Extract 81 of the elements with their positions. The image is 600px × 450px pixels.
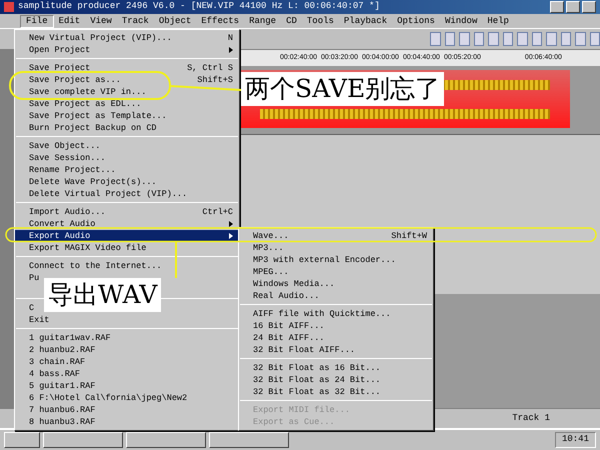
menu-item[interactable]: Wave... Shift+W [239, 230, 433, 242]
menu-item[interactable]: Options [392, 16, 440, 26]
menu-item[interactable]: Save Object... [29, 140, 106, 152]
window-title: samplitude producer 2496 V6.0 - [NEW.VIP 44100 Hz L: 00:06:40:07 *] [18, 0, 380, 14]
menu-item[interactable]: Open Project [15, 44, 239, 56]
toolbar-icon[interactable] [590, 32, 600, 46]
menu-item[interactable]: 7 huanbu6.RAF [29, 404, 102, 416]
start-button[interactable] [4, 432, 40, 448]
menu-item[interactable]: Edit [54, 16, 86, 26]
menu-item[interactable]: Save Project as... Shift+S [15, 74, 239, 86]
menu-item[interactable]: Effects [196, 16, 244, 26]
menu-item[interactable]: File [20, 14, 54, 28]
close-button[interactable] [582, 1, 596, 13]
menu-item[interactable]: Real Audio... [253, 290, 326, 302]
menu-item[interactable]: Export MAGIX Video file [29, 242, 152, 254]
menu-item[interactable]: Window [440, 16, 482, 26]
menu-item[interactable]: View [85, 16, 117, 26]
taskbar-button[interactable] [126, 432, 206, 448]
clock: 10:41 [562, 433, 589, 446]
annotation-label: 两个SAVE别忘了 [241, 72, 444, 106]
menu-item[interactable]: 32 Bit Float AIFF... [253, 344, 362, 356]
menu-item[interactable]: Tools [302, 16, 339, 26]
toolbar-icon[interactable] [546, 32, 556, 46]
menu-item[interactable]: Delete Virtual Project (VIP)... [29, 188, 194, 200]
menu-item[interactable]: 32 Bit Float as 16 Bit... [253, 362, 387, 374]
menu-item[interactable]: Pu [29, 272, 46, 284]
toolbar-icon[interactable] [575, 32, 586, 46]
menu-item[interactable]: MPEG... [253, 266, 295, 278]
menu-item[interactable]: Save Project as Template... [29, 110, 173, 122]
toolbar-icon[interactable] [444, 32, 455, 46]
menu-item[interactable]: MP3 with external Encoder... [253, 254, 402, 266]
menu-item[interactable]: AIFF file with Quicktime... [253, 308, 397, 320]
menu-item[interactable]: Export Audio [15, 230, 239, 242]
menu-item[interactable]: 32 Bit Float as 24 Bit... [253, 374, 387, 386]
toolbar-icon[interactable] [430, 32, 440, 46]
menu-item[interactable]: Exit [29, 314, 56, 326]
menu-item[interactable]: Import Audio... Ctrl+C [15, 206, 239, 218]
menu-item[interactable]: 2 huanbu2.RAF [29, 344, 102, 356]
menu-item[interactable]: Track [116, 16, 154, 26]
menu-item[interactable]: 32 Bit Float as 32 Bit... [253, 386, 387, 398]
toolbar-icon[interactable] [560, 32, 571, 46]
annotation-label: 导出WAV [44, 278, 162, 312]
menu-item[interactable]: Save Session... [29, 152, 112, 164]
app-icon [4, 2, 14, 12]
menu-item[interactable]: Save Project S, Ctrl S [15, 62, 239, 74]
menu-item[interactable]: New Virtual Project (VIP)... N [15, 32, 239, 44]
menu-item[interactable]: Save complete VIP in... [29, 86, 152, 98]
menu-item[interactable]: Help [482, 16, 514, 26]
toolbar-icon[interactable] [459, 32, 470, 46]
menu-item[interactable]: 5 guitar1.RAF [29, 380, 102, 392]
menu-item[interactable]: Rename Project... [29, 164, 122, 176]
menu-item[interactable]: C [29, 302, 40, 314]
menu-item[interactable]: 24 Bit AIFF... [253, 332, 330, 344]
menu-item[interactable]: Windows Media... [253, 278, 341, 290]
menu-item[interactable]: 16 Bit AIFF... [253, 320, 330, 332]
toolbar-icon[interactable] [517, 32, 528, 46]
menu-item[interactable]: Object [154, 16, 196, 26]
menu-item[interactable]: 4 bass.RAF [29, 368, 86, 380]
menu-item[interactable]: Delete Wave Project(s)... [29, 176, 163, 188]
menu-item[interactable]: Connect to the Internet... [29, 260, 168, 272]
toolbar-icon[interactable] [474, 32, 484, 46]
maximize-button[interactable] [566, 1, 580, 13]
menu-item[interactable]: 3 chain.RAF [29, 356, 92, 368]
menu-item[interactable]: 6 F:\Hotel Cal\fornia\jpeg\New2 [29, 392, 194, 404]
menu-item[interactable]: Range [244, 16, 282, 26]
menu-item[interactable]: 1 guitar1wav.RAF [29, 332, 117, 344]
menu-item[interactable]: MP3... [253, 242, 290, 254]
taskbar-button[interactable] [43, 432, 123, 448]
status-track: Track 1 [512, 412, 550, 425]
menu-item[interactable]: 8 huanbu3.RAF [29, 416, 102, 428]
toolbar-icon[interactable] [502, 32, 513, 46]
toolbar-icon[interactable] [532, 32, 542, 46]
minimize-button[interactable] [550, 1, 564, 13]
toolbar-icon[interactable] [488, 32, 498, 46]
menu-item[interactable]: CD [281, 16, 302, 26]
taskbar-button[interactable] [209, 432, 289, 448]
menu-item[interactable]: Burn Project Backup on CD [29, 122, 163, 134]
menu-item[interactable]: Playback [338, 16, 392, 26]
leader-line [170, 85, 242, 91]
menu-item[interactable]: Save Project as EDL... [29, 98, 148, 110]
leader-line [175, 242, 177, 278]
